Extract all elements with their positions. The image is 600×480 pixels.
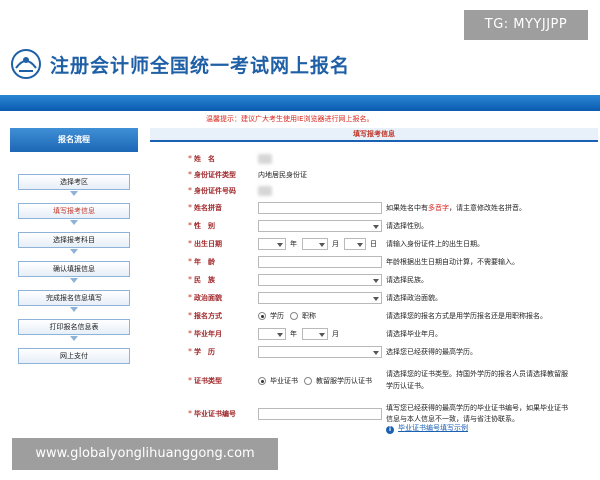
education-hint: 选择您已经获得的最高学历。: [386, 348, 477, 356]
chevron-down-icon: [373, 351, 379, 355]
birth-date-hint: 请输入身份证件上的出生日期。: [386, 240, 484, 248]
row-birth-date: * 出生日期 年 月 日 请输入身份证件上的出生日期。: [150, 236, 598, 252]
watermark-bottom: www.globalyonglihuanggong.com: [12, 438, 278, 470]
chevron-down-icon: [277, 243, 283, 247]
ethnic-hint: 请选择民族。: [386, 276, 428, 284]
step-arrow-icon: [70, 278, 78, 283]
site-title: 注册会计师全国统一考试网上报名: [50, 55, 351, 77]
age-input: [258, 256, 382, 268]
pinyin-input[interactable]: [258, 202, 382, 214]
id-type-label: 身份证件类型: [194, 171, 236, 179]
birth-year-select[interactable]: [258, 238, 286, 250]
apply-mode-title-radio[interactable]: [290, 312, 298, 320]
cert-type-label: 证书类型: [194, 377, 222, 385]
site-header: 注册会计师全国统一考试网上报名: [0, 40, 600, 95]
cert-number-label: 毕业证书编号: [194, 410, 236, 418]
browser-notice: 温馨提示：建议广大考生使用IE浏览器进行网上报名。: [206, 115, 374, 123]
id-number-redacted: [258, 186, 272, 196]
grad-date-hint: 请选择毕业年月。: [386, 330, 442, 338]
cicpa-logo-icon: [11, 49, 41, 79]
name-label: 姓 名: [194, 155, 215, 163]
row-education: * 学 历 选择您已经获得的最高学历。: [150, 344, 598, 360]
political-select[interactable]: [258, 292, 382, 304]
row-cert-number: * 毕业证书编号 填写您已经获得的最高学历的毕业证书编号，如果毕业证书 信息与本…: [150, 404, 598, 438]
nav-bar: [0, 95, 600, 111]
cert-type-diploma-radio[interactable]: [258, 377, 266, 385]
age-label: 年 龄: [194, 258, 215, 266]
info-icon: i: [386, 426, 394, 434]
birth-date-label: 出生日期: [194, 240, 222, 248]
ethnic-label: 民 族: [194, 276, 215, 284]
row-grad-date: * 毕业年月 年 月 请选择毕业年月。: [150, 326, 598, 342]
gender-select[interactable]: [258, 220, 382, 232]
pinyin-label: 姓名拼音: [194, 204, 222, 212]
political-label: 政治面貌: [194, 294, 222, 302]
cert-number-input[interactable]: [258, 408, 382, 420]
chevron-down-icon: [357, 243, 363, 247]
birth-month-select[interactable]: [302, 238, 328, 250]
row-apply-mode: * 报名方式 学历 职称 请选择您的报名方式是用学历报名还是用职称报名。: [150, 308, 598, 324]
grad-year-select[interactable]: [258, 328, 286, 340]
age-hint: 年龄根据出生日期自动计算，不需要输入。: [386, 258, 519, 266]
step-complete-registration[interactable]: 完成报名信息填写: [18, 290, 130, 306]
chevron-down-icon: [319, 333, 325, 337]
cert-type-foreign-radio[interactable]: [304, 377, 312, 385]
row-cert-type: * 证书类型 毕业证书 教留服学历认证书 请选择您的证书类型。持国外学历的报名人…: [150, 368, 598, 394]
step-arrow-icon: [70, 220, 78, 225]
political-hint: 请选择政治面貌。: [386, 294, 442, 302]
row-id-number: * 身份证件号码: [150, 183, 598, 199]
cert-type-hint-2: 学历认证书。: [386, 382, 428, 390]
id-number-label: 身份证件号码: [194, 187, 236, 195]
gender-label: 性 别: [194, 222, 215, 230]
gender-hint: 请选择性别。: [386, 222, 428, 230]
row-ethnic: * 民 族 请选择民族。: [150, 272, 598, 288]
sidebar: 报名流程 选择考区 填写报考信息 选择报考科目 确认填报信息 完成报名信息填写 …: [10, 128, 138, 438]
ethnic-select[interactable]: [258, 274, 382, 286]
education-select[interactable]: [258, 346, 382, 358]
form-title: 填写报考信息: [150, 128, 598, 142]
apply-mode-label: 报名方式: [194, 312, 222, 320]
step-select-subjects[interactable]: 选择报考科目: [18, 232, 130, 248]
row-id-type: * 身份证件类型 内地居民身份证: [150, 167, 598, 183]
chevron-down-icon: [373, 279, 379, 283]
cert-number-example-link[interactable]: 毕业证书编号填写示例: [398, 420, 468, 436]
step-fill-info[interactable]: 填写报考信息: [18, 203, 130, 219]
apply-mode-hint: 请选择您的报名方式是用学历报名还是用职称报名。: [386, 312, 547, 320]
chevron-down-icon: [373, 297, 379, 301]
name-value-redacted: [258, 154, 272, 164]
step-select-exam-area[interactable]: 选择考区: [18, 174, 130, 190]
step-arrow-icon: [70, 307, 78, 312]
grad-date-label: 毕业年月: [194, 330, 222, 338]
pinyin-hint: 如果姓名中有多音字，请主意修改姓名拼音。: [386, 204, 526, 212]
step-online-payment[interactable]: 网上支付: [18, 348, 130, 364]
chevron-down-icon: [373, 225, 379, 229]
watermark-top: TG: MYYJJPP: [464, 10, 588, 40]
step-confirm-info[interactable]: 确认填报信息: [18, 261, 130, 277]
registration-form: 填写报考信息 * 姓 名 * 身份证件类型 内地居民身份证 * 身份证件号码 *…: [150, 128, 598, 438]
apply-mode-education-radio[interactable]: [258, 312, 266, 320]
chevron-down-icon: [319, 243, 325, 247]
row-age: * 年 龄 年龄根据出生日期自动计算，不需要输入。: [150, 254, 598, 270]
row-gender: * 性 别 请选择性别。: [150, 218, 598, 234]
birth-day-select[interactable]: [344, 238, 366, 250]
step-arrow-icon: [70, 191, 78, 196]
step-arrow-icon: [70, 249, 78, 254]
chevron-down-icon: [277, 333, 283, 337]
row-political: * 政治面貌 请选择政治面貌。: [150, 290, 598, 306]
id-type-value: 内地居民身份证: [258, 171, 307, 179]
sidebar-title: 报名流程: [10, 128, 138, 152]
row-pinyin: * 姓名拼音 如果姓名中有多音字，请主意修改姓名拼音。: [150, 200, 598, 216]
row-name: * 姓 名: [150, 151, 598, 167]
education-label: 学 历: [194, 348, 215, 356]
step-print-form[interactable]: 打印报名信息表: [18, 319, 130, 335]
step-arrow-icon: [70, 336, 78, 341]
grad-month-select[interactable]: [302, 328, 328, 340]
